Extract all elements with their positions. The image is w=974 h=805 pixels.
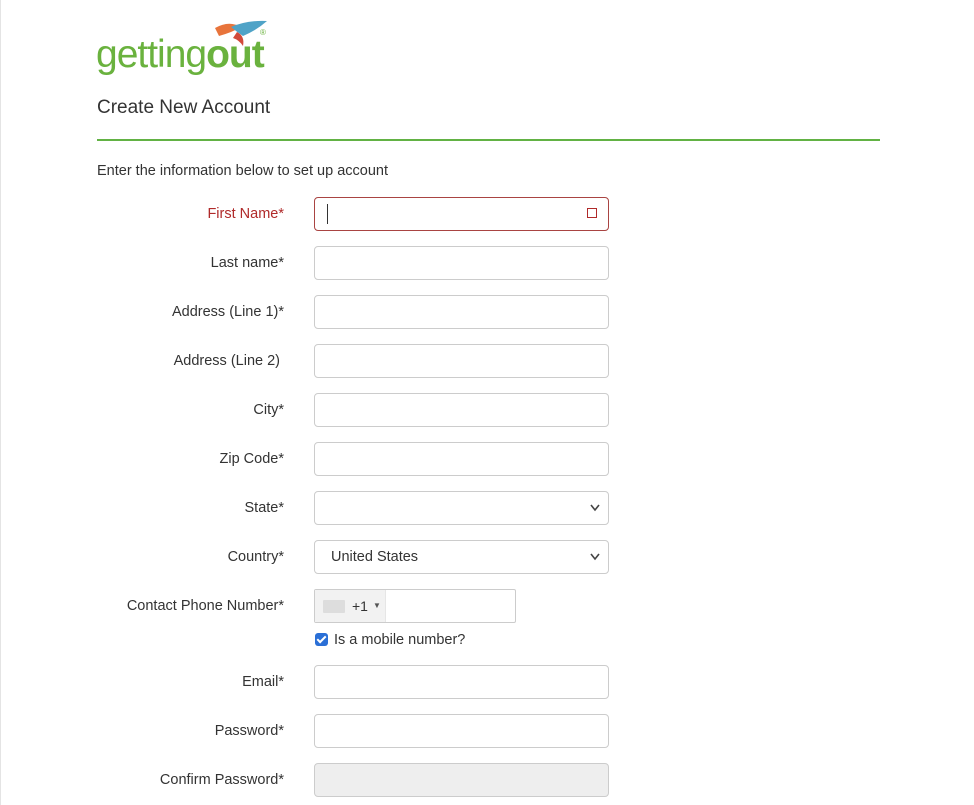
confirm-password-input[interactable] (314, 763, 609, 797)
logo-word-bold: out (206, 33, 265, 76)
logo-word-light: getting (96, 33, 207, 76)
address1-input[interactable] (314, 295, 609, 329)
state-label: State* (244, 500, 285, 516)
title-divider (97, 139, 880, 141)
state-row: State* (0, 491, 974, 525)
flag-icon (323, 600, 345, 613)
email-label: Email* (242, 674, 284, 690)
password-label: Password* (214, 723, 284, 739)
form-intro: Enter the information below to set up ac… (97, 163, 388, 179)
chevron-down-icon (590, 492, 600, 537)
phone-input-group: +1 ▼ (314, 589, 516, 623)
first-name-label: First Name* (207, 206, 284, 222)
zip-label: Zip Code* (219, 451, 284, 467)
address2-input[interactable] (314, 344, 609, 378)
zip-input[interactable] (314, 442, 609, 476)
address1-label: Address (Line 1)* (171, 304, 284, 320)
address1-row: Address (Line 1)* (0, 295, 974, 329)
country-code-dropdown[interactable]: +1 ▼ (315, 590, 386, 622)
address2-row: Address (Line 2) (0, 344, 974, 378)
logo-wordmark: gettingout (96, 32, 265, 78)
chevron-down-icon (590, 541, 600, 586)
gettingout-logo: gettingout ® (96, 18, 276, 78)
country-selected-value: United States (331, 549, 419, 565)
mobile-checkbox-label: Is a mobile number? (334, 632, 466, 648)
country-code: +1 (352, 598, 368, 614)
email-row: Email* (0, 665, 974, 699)
error-square-icon (587, 208, 597, 218)
city-input[interactable] (314, 393, 609, 427)
country-label: Country* (227, 549, 284, 565)
first-name-row: First Name* (0, 197, 974, 231)
state-select[interactable] (314, 491, 609, 525)
zip-row: Zip Code* (0, 442, 974, 476)
password-input[interactable] (314, 714, 609, 748)
email-input[interactable] (314, 665, 609, 699)
phone-number-input[interactable] (387, 590, 515, 622)
country-row: Country* United States (0, 540, 974, 574)
registered-mark: ® (260, 28, 266, 37)
last-name-input[interactable] (314, 246, 609, 280)
phone-label: Contact Phone Number* (126, 598, 284, 614)
country-select[interactable]: United States (314, 540, 609, 574)
last-name-label: Last name* (210, 255, 284, 271)
confirm-password-row: Confirm Password* (0, 763, 974, 797)
city-label: City* (253, 402, 284, 418)
first-name-input[interactable] (314, 197, 609, 231)
confirm-password-label: Confirm Password* (159, 772, 284, 788)
last-name-row: Last name* (0, 246, 974, 280)
city-row: City* (0, 393, 974, 427)
caret-down-icon: ▼ (373, 601, 381, 610)
password-row: Password* (0, 714, 974, 748)
text-cursor (327, 204, 328, 224)
mobile-checkbox[interactable] (315, 633, 328, 646)
phone-row: Contact Phone Number* +1 ▼ (0, 589, 974, 623)
page-title: Create New Account (97, 97, 271, 118)
address2-label: Address (Line 2) (173, 353, 280, 369)
